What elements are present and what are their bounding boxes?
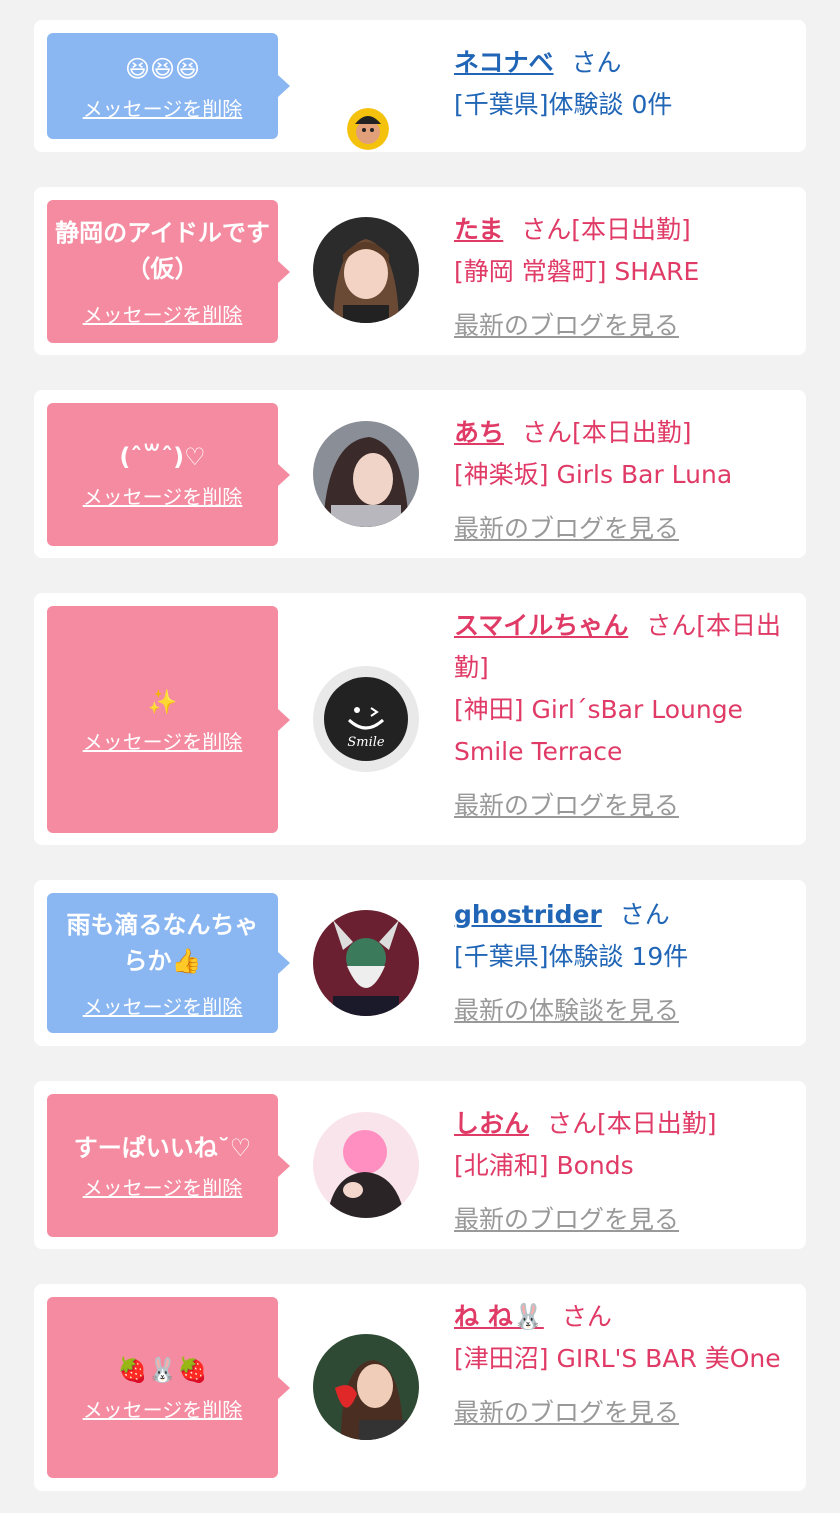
user-detail: [津田沼] GIRL'S BAR 美One bbox=[454, 1344, 781, 1373]
girl-photo-avatar[interactable] bbox=[313, 421, 419, 527]
user-info: たま さん[本日出勤] [静岡 常磐町] SHARE 最新のブログを見る bbox=[454, 209, 788, 347]
ghost-character-art-avatar[interactable] bbox=[313, 910, 419, 1016]
delete-message-link[interactable]: メッセージを削除 bbox=[83, 93, 243, 122]
honorific: さん bbox=[646, 611, 697, 640]
message-bubble: ✨ メッセージを削除 bbox=[47, 606, 290, 833]
user-info: スマイルちゃん さん[本日出勤] [神田] Girl´sBar Lounge Sm… bbox=[454, 605, 788, 827]
svg-text:Smile: Smile bbox=[347, 735, 385, 750]
delete-message-link[interactable]: メッセージを削除 bbox=[83, 299, 243, 328]
message-card: すーぱいいね˘♡ メッセージを削除 しおん さん[本日出勤] [北浦和] Bond… bbox=[34, 1081, 806, 1249]
message-text: 雨も滴るなんちゃらか👍 bbox=[66, 910, 259, 975]
status-badge: [本日出勤] bbox=[571, 215, 691, 244]
honorific: さん bbox=[619, 900, 670, 929]
user-name-link[interactable]: たま bbox=[454, 215, 503, 244]
message-bubble: すーぱいいね˘♡ メッセージを削除 bbox=[47, 1094, 290, 1237]
latest-blog-link[interactable]: 最新のブログを見る bbox=[454, 1392, 679, 1434]
honorific: さん bbox=[522, 418, 573, 447]
delete-message-link[interactable]: メッセージを削除 bbox=[83, 1172, 243, 1201]
honorific: さん bbox=[571, 48, 622, 77]
message-text: 🍓🐰🍓 bbox=[117, 1356, 208, 1384]
message-bubble: 雨も滴るなんちゃらか👍 メッセージを削除 bbox=[47, 893, 290, 1033]
user-name-link[interactable]: スマイルちゃん bbox=[454, 611, 628, 640]
message-list: 😆😆😆 メッセージを削除 ネコナベ さん [千葉県]体験談 0件 静岡のアイドルで… bbox=[0, 0, 840, 1513]
message-text: 😆😆😆 bbox=[124, 54, 201, 83]
message-text: 静岡のアイドルです（仮） bbox=[55, 219, 270, 283]
user-info: ネコナベ さん [千葉県]体験談 0件 bbox=[454, 42, 788, 126]
message-bubble: (ˆ꒳ˆ)♡ メッセージを削除 bbox=[47, 403, 290, 546]
user-name-link[interactable]: ね ね🐰 bbox=[454, 1302, 544, 1331]
user-info: ghostrider さん [千葉県]体験談 19件 最新の体験談を見る bbox=[454, 894, 788, 1032]
message-card: 🍓🐰🍓 メッセージを削除 ね ね🐰 さん [津田沼] GIRL'S BAR 美On… bbox=[34, 1284, 806, 1491]
girl-photo-strawberry-avatar[interactable] bbox=[313, 1334, 419, 1440]
user-name-link[interactable]: あち bbox=[454, 418, 504, 447]
user-detail: [北浦和] Bonds bbox=[454, 1151, 634, 1180]
message-card: (ˆ꒳ˆ)♡ メッセージを削除 あち さん[本日出勤] [神楽坂] Girls B… bbox=[34, 390, 806, 558]
message-text: すーぱいいね˘♡ bbox=[73, 1134, 252, 1162]
honorific: さん bbox=[547, 1109, 598, 1138]
status-badge: [本日出勤] bbox=[572, 418, 692, 447]
smile-logo-avatar[interactable]: Smile bbox=[313, 666, 419, 772]
honorific: さん bbox=[521, 215, 572, 244]
message-text: (ˆ꒳ˆ)♡ bbox=[119, 443, 206, 471]
latest-blog-link[interactable]: 最新のブログを見る bbox=[454, 305, 679, 347]
user-detail: [神田] Girl´sBar Lounge Smile Terrace bbox=[454, 695, 743, 766]
message-bubble: 静岡のアイドルです（仮） メッセージを削除 bbox=[47, 200, 290, 343]
latest-review-link[interactable]: 最新の体験談を見る bbox=[454, 990, 679, 1032]
user-info: しおん さん[本日出勤] [北浦和] Bonds 最新のブログを見る bbox=[454, 1103, 788, 1241]
user-avatar-cartoon-icon[interactable] bbox=[347, 108, 389, 150]
girl-photo-avatar[interactable] bbox=[313, 217, 419, 323]
user-detail: [千葉県]体験談 0件 bbox=[454, 90, 673, 119]
message-card: 静岡のアイドルです（仮） メッセージを削除 たま さん[本日出勤] [静岡 常磐町… bbox=[34, 187, 806, 355]
user-name-link[interactable]: ネコナベ bbox=[454, 48, 554, 77]
honorific: さん bbox=[561, 1302, 612, 1331]
message-bubble: 🍓🐰🍓 メッセージを削除 bbox=[47, 1297, 290, 1478]
user-info: あち さん[本日出勤] [神楽坂] Girls Bar Luna 最新のブログを見… bbox=[454, 412, 788, 550]
user-detail: [千葉県]体験談 19件 bbox=[454, 942, 689, 971]
user-info: ね ね🐰 さん [津田沼] GIRL'S BAR 美One 最新のブログを見る bbox=[454, 1296, 788, 1434]
message-card: ✨ メッセージを削除 Smile スマイルちゃん さん[本日出勤] [神田] Gi… bbox=[34, 593, 806, 845]
user-name-link[interactable]: しおん bbox=[454, 1109, 529, 1138]
message-text: ✨ bbox=[147, 688, 178, 716]
message-card: 😆😆😆 メッセージを削除 ネコナベ さん [千葉県]体験談 0件 bbox=[34, 20, 806, 152]
status-badge: [本日出勤] bbox=[597, 1109, 717, 1138]
delete-message-link[interactable]: メッセージを削除 bbox=[83, 1394, 243, 1423]
girl-photo-avatar[interactable] bbox=[313, 1112, 419, 1218]
latest-blog-link[interactable]: 最新のブログを見る bbox=[454, 508, 679, 550]
message-bubble: 😆😆😆 メッセージを削除 bbox=[47, 33, 290, 139]
message-card: 雨も滴るなんちゃらか👍 メッセージを削除 ghostrider さん [千葉県]体… bbox=[34, 880, 806, 1046]
user-detail: [神楽坂] Girls Bar Luna bbox=[454, 460, 733, 489]
latest-blog-link[interactable]: 最新のブログを見る bbox=[454, 785, 679, 827]
user-detail: [静岡 常磐町] SHARE bbox=[454, 257, 700, 286]
latest-blog-link[interactable]: 最新のブログを見る bbox=[454, 1199, 679, 1241]
delete-message-link[interactable]: メッセージを削除 bbox=[83, 726, 243, 755]
user-name-link[interactable]: ghostrider bbox=[454, 900, 602, 929]
delete-message-link[interactable]: メッセージを削除 bbox=[83, 991, 243, 1020]
delete-message-link[interactable]: メッセージを削除 bbox=[83, 481, 243, 510]
